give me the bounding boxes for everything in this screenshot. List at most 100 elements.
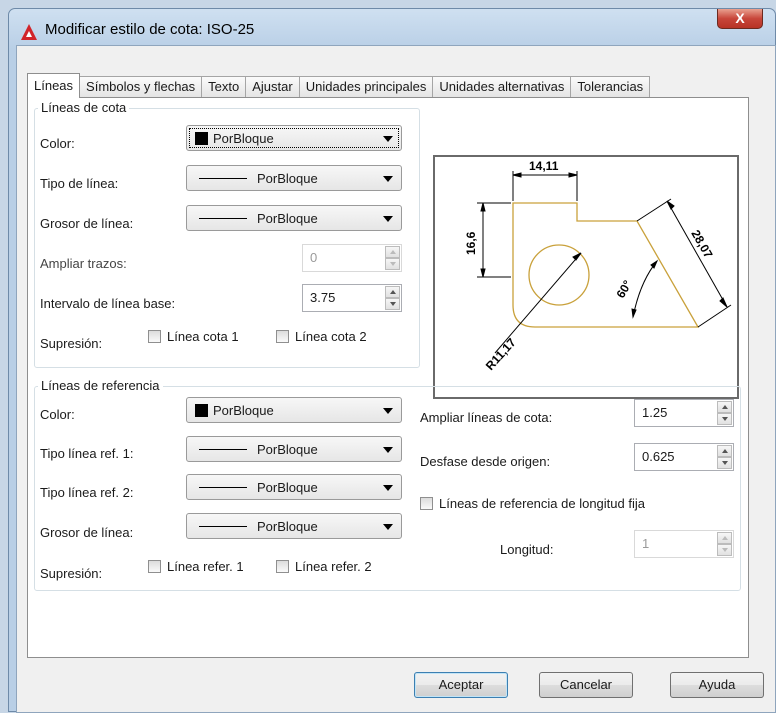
checkbox-box[interactable] (148, 330, 161, 343)
chevron-down-icon (383, 136, 393, 142)
baseline-spacing-label: Intervalo de línea base: (40, 296, 176, 311)
dialog-window: Modificar estilo de cota: ISO-25 X Línea… (8, 8, 776, 713)
ext-linetype2-select[interactable]: PorBloque (186, 474, 402, 500)
dim-lineweight-value: PorBloque (257, 211, 318, 226)
dim-color-select[interactable]: PorBloque (186, 125, 402, 151)
suppress-ext-line-1-label: Línea refer. 1 (167, 559, 244, 574)
dim-lineweight-select[interactable]: PorBloque (186, 205, 402, 231)
help-button[interactable]: Ayuda (670, 672, 764, 698)
suppress-dim-line-1-checkbox[interactable]: Línea cota 1 (148, 329, 239, 344)
tab-ajustar[interactable]: Ajustar (245, 76, 300, 98)
spin-up-icon[interactable] (717, 532, 732, 544)
spin-up-icon[interactable] (717, 445, 732, 457)
spin-down-icon[interactable] (717, 544, 732, 556)
checkbox-box[interactable] (148, 560, 161, 573)
linetype-sample (199, 449, 247, 450)
baseline-spacing-value: 3.75 (310, 290, 336, 305)
spin-down-icon[interactable] (385, 298, 400, 310)
baseline-spacing-spinner[interactable]: 3.75 (302, 284, 402, 312)
ext-linetype1-select[interactable]: PorBloque (186, 436, 402, 462)
suppress-dim-line-1-label: Línea cota 1 (167, 329, 239, 344)
chevron-down-icon (383, 408, 393, 414)
tab-unidades-alternativas[interactable]: Unidades alternativas (432, 76, 572, 98)
checkbox-box[interactable] (276, 330, 289, 343)
tab-tolerancias[interactable]: Tolerancias (570, 76, 651, 98)
tab-panel-lineas: Líneas de cota Color: PorBloque Tipo de … (27, 97, 749, 658)
preview-dim-right: 28,07 (688, 228, 715, 261)
ext-linetype2-label: Tipo línea ref. 2: (40, 485, 134, 500)
chevron-down-icon (383, 524, 393, 530)
tab-lineas[interactable]: Líneas (27, 73, 81, 98)
tab-unidades-principales[interactable]: Unidades principales (298, 76, 434, 98)
fixed-length-checkbox[interactable]: Líneas de referencia de longitud fija (420, 496, 645, 511)
part-outline (512, 202, 700, 328)
dim-color-value: PorBloque (213, 131, 274, 146)
dim-linetype-label: Tipo de línea: (40, 176, 119, 191)
linetype-sample (199, 178, 247, 179)
ext-lineweight-value: PorBloque (257, 519, 318, 534)
checkbox-box[interactable] (420, 497, 433, 510)
preview-angle: 60° (613, 278, 634, 301)
dialog-body: Líneas Símbolos y flechas Texto Ajustar … (16, 45, 776, 713)
extend-beyond-label: Ampliar líneas de cota: (420, 410, 553, 425)
spin-up-icon[interactable] (385, 286, 400, 298)
offset-spinner[interactable]: 0.625 (634, 443, 734, 471)
close-button[interactable]: X (717, 9, 763, 29)
suppress-ext-line-2-checkbox[interactable]: Línea refer. 2 (276, 559, 372, 574)
chevron-down-icon (383, 176, 393, 182)
chevron-down-icon (383, 447, 393, 453)
tab-simbolos-flechas[interactable]: Símbolos y flechas (79, 76, 203, 98)
spin-up-icon[interactable] (385, 246, 400, 258)
ext-lineweight-label: Grosor de línea: (40, 525, 134, 540)
length-spinner[interactable]: 1 (634, 530, 734, 558)
offset-value: 0.625 (642, 449, 675, 464)
extend-beyond-spinner[interactable]: 1.25 (634, 399, 734, 427)
extend-beyond-value: 1.25 (642, 405, 668, 420)
ext-suppress-label: Supresión: (40, 566, 103, 581)
length-label: Longitud: (500, 542, 554, 557)
spin-down-icon[interactable] (385, 258, 400, 270)
spin-up-icon[interactable] (717, 401, 732, 413)
tab-texto[interactable]: Texto (201, 76, 247, 98)
checkbox-box[interactable] (276, 560, 289, 573)
color-swatch (195, 404, 208, 417)
lineweight-sample (199, 218, 247, 219)
suppress-ext-line-2-label: Línea refer. 2 (295, 559, 372, 574)
extend-ticks-spinner[interactable]: 0 (302, 244, 402, 272)
preview-dim-top: 14,11 (529, 159, 559, 173)
lineweight-sample (199, 526, 247, 527)
preview-radius: R11,17 (483, 335, 519, 373)
ext-linetype1-label: Tipo línea ref. 1: (40, 446, 134, 461)
dim-linetype-value: PorBloque (257, 171, 318, 186)
color-swatch (195, 132, 208, 145)
preview-dim-left: 16,6 (464, 231, 478, 255)
ext-lineweight-select[interactable]: PorBloque (186, 513, 402, 539)
cancel-button[interactable]: Cancelar (539, 672, 633, 698)
preview-drawing: 14,11 16,6 28,07 60° R11,17 (464, 159, 732, 373)
dim-lines-group-label: Líneas de cota (38, 100, 130, 115)
dim-suppress-label: Supresión: (40, 336, 103, 351)
offset-label: Desfase desde origen: (420, 454, 551, 469)
ext-color-value: PorBloque (213, 403, 274, 418)
dim-linetype-select[interactable]: PorBloque (186, 165, 402, 191)
ext-linetype2-value: PorBloque (257, 480, 318, 495)
extend-ticks-label: Ampliar trazos: (40, 256, 127, 271)
dimension-preview: 14,11 16,6 28,07 60° R11,17 (433, 155, 739, 399)
suppress-ext-line-1-checkbox[interactable]: Línea refer. 1 (148, 559, 244, 574)
spin-down-icon[interactable] (717, 413, 732, 425)
dim-lineweight-label: Grosor de línea: (40, 216, 134, 231)
linetype-sample (199, 487, 247, 488)
length-value: 1 (642, 536, 650, 551)
suppress-dim-line-2-checkbox[interactable]: Línea cota 2 (276, 329, 367, 344)
chevron-down-icon (383, 485, 393, 491)
dim-color-label: Color: (40, 136, 75, 151)
window-title: Modificar estilo de cota: ISO-25 (45, 21, 255, 38)
spin-down-icon[interactable] (717, 457, 732, 469)
ext-lines-group-label: Líneas de referencia (38, 378, 163, 393)
ok-button[interactable]: Aceptar (414, 672, 508, 698)
extend-ticks-value: 0 (310, 250, 318, 265)
ext-linetype1-value: PorBloque (257, 442, 318, 457)
ext-color-select[interactable]: PorBloque (186, 397, 402, 423)
fixed-length-label: Líneas de referencia de longitud fija (439, 496, 645, 511)
autocad-logo-icon (21, 24, 37, 40)
